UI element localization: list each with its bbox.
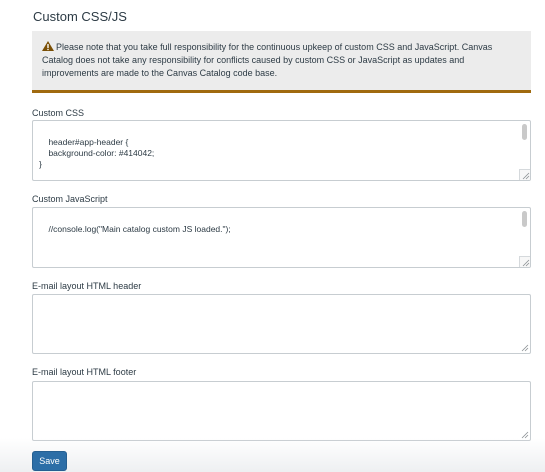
email-footer-textarea[interactable] xyxy=(32,381,531,441)
custom-css-textarea[interactable]: header#app-header { background-color: #4… xyxy=(32,120,531,181)
bottom-fade xyxy=(0,438,545,472)
notice-text: Please note that you take full responsib… xyxy=(42,42,493,78)
resize-grip-icon xyxy=(522,259,530,267)
warning-notice: Please note that you take full responsib… xyxy=(32,31,531,93)
custom-js-scrollbar[interactable] xyxy=(522,211,527,227)
section-title: Custom CSS/JS xyxy=(33,9,127,24)
custom-js-resize-handle[interactable] xyxy=(519,256,530,267)
custom-js-textarea[interactable]: //console.log("Main catalog custom JS lo… xyxy=(32,207,531,268)
custom-js-label: Custom JavaScript xyxy=(32,194,108,204)
custom-css-value: header#app-header { background-color: #4… xyxy=(39,137,155,169)
resize-grip-icon[interactable] xyxy=(520,343,529,352)
resize-grip-icon[interactable] xyxy=(520,430,529,439)
custom-css-scrollbar[interactable] xyxy=(522,124,527,140)
warning-icon xyxy=(42,41,54,51)
resize-grip-icon xyxy=(522,172,530,180)
save-button[interactable]: Save xyxy=(32,451,67,471)
email-header-textarea[interactable] xyxy=(32,294,531,354)
email-header-label: E-mail layout HTML header xyxy=(32,281,142,291)
custom-css-js-settings: Custom CSS/JS Please note that you take … xyxy=(0,0,545,472)
custom-css-label: Custom CSS xyxy=(32,108,85,118)
custom-css-resize-handle[interactable] xyxy=(519,169,530,180)
email-footer-label: E-mail layout HTML footer xyxy=(32,367,137,377)
custom-js-value: //console.log("Main catalog custom JS lo… xyxy=(48,224,231,234)
